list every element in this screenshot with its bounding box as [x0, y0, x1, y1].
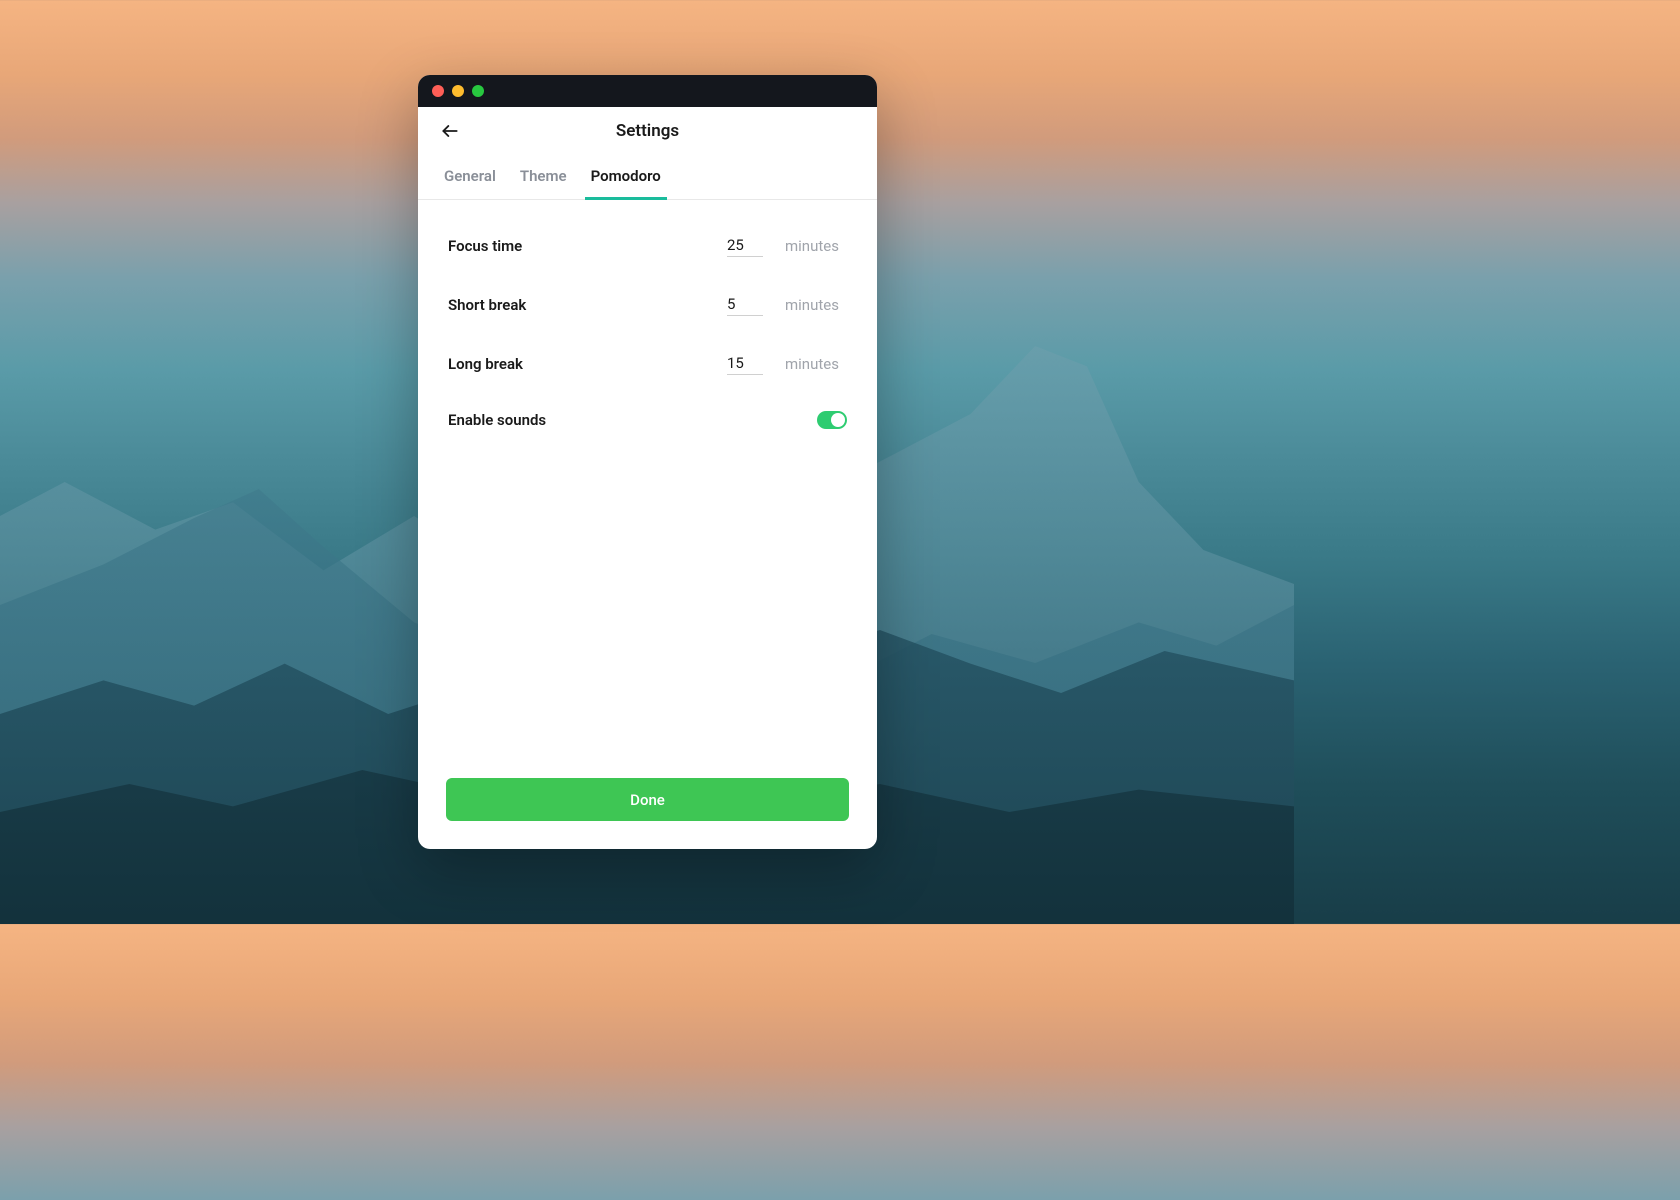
window-close-button[interactable]	[432, 85, 444, 97]
short-break-input[interactable]	[727, 293, 763, 316]
focus-time-label: Focus time	[448, 237, 727, 255]
long-break-unit: minutes	[785, 355, 847, 373]
long-break-label: Long break	[448, 355, 727, 373]
done-button[interactable]: Done	[446, 778, 849, 821]
short-break-unit: minutes	[785, 296, 847, 314]
long-break-input[interactable]	[727, 352, 763, 375]
setting-long-break: Long break minutes	[448, 352, 847, 375]
window-titlebar	[418, 75, 877, 107]
settings-content: Focus time minutes Short break minutes L…	[418, 200, 877, 778]
window-minimize-button[interactable]	[452, 85, 464, 97]
enable-sounds-toggle[interactable]	[817, 411, 847, 429]
enable-sounds-label: Enable sounds	[448, 411, 817, 429]
header: Settings	[418, 107, 877, 155]
short-break-label: Short break	[448, 296, 727, 314]
setting-short-break: Short break minutes	[448, 293, 847, 316]
tab-theme[interactable]: Theme	[520, 155, 567, 199]
setting-enable-sounds: Enable sounds	[448, 411, 847, 429]
settings-window: Settings General Theme Pomodoro Focus ti…	[418, 75, 877, 849]
toggle-knob	[831, 413, 845, 427]
tab-pomodoro[interactable]: Pomodoro	[591, 155, 661, 199]
focus-time-unit: minutes	[785, 237, 847, 255]
arrow-left-icon	[440, 121, 460, 141]
focus-time-input[interactable]	[727, 234, 763, 257]
back-button[interactable]	[438, 119, 462, 143]
tabs: General Theme Pomodoro	[418, 155, 877, 200]
page-title: Settings	[418, 121, 877, 141]
setting-focus-time: Focus time minutes	[448, 234, 847, 257]
footer: Done	[418, 778, 877, 849]
window-maximize-button[interactable]	[472, 85, 484, 97]
tab-general[interactable]: General	[444, 155, 496, 199]
